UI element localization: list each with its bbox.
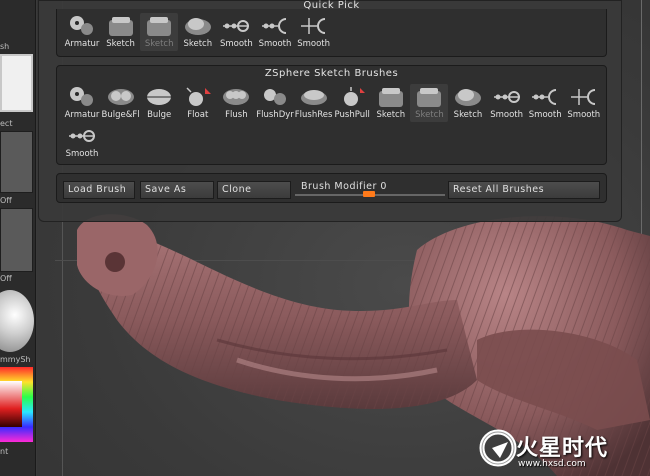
zsphere-smooth-button[interactable]: Smooth xyxy=(488,84,526,122)
save-as-button[interactable]: Save As xyxy=(140,181,214,199)
watermark-logo-icon xyxy=(479,429,517,467)
quick-pick-sketch-button[interactable]: Sketch xyxy=(140,13,179,51)
shelf-label: mmySh xyxy=(0,355,31,364)
quick-pick-smooth-button[interactable]: Smooth xyxy=(295,13,333,51)
quick-pick-title: Quick Pick xyxy=(303,0,360,11)
shelf-label: sh xyxy=(0,42,10,51)
tool-label: Smooth xyxy=(567,110,601,120)
quick-pick-armatur-button[interactable]: Armatur xyxy=(63,13,101,51)
watermark-text: 火星时代 xyxy=(516,436,609,461)
float-icon xyxy=(183,85,213,109)
sketch-block-icon xyxy=(106,14,136,38)
material-sphere-icon[interactable] xyxy=(0,290,34,352)
alpha-thumbnail[interactable] xyxy=(0,208,33,272)
tool-label: Smooth xyxy=(297,39,330,49)
tool-label: Smooth xyxy=(65,149,99,159)
zsphere-smooth-button[interactable]: Smooth xyxy=(63,123,101,161)
material-thumbnail[interactable] xyxy=(0,54,33,112)
quick-pick-smooth-button[interactable]: Smooth xyxy=(256,13,294,51)
brush-modifier-value: 0 xyxy=(380,181,387,192)
zsphere-flush-button[interactable]: Flush xyxy=(217,84,255,122)
brush-modifier-slider[interactable]: Brush Modifier 0 xyxy=(295,179,451,199)
load-brush-button[interactable]: Load Brush xyxy=(63,181,135,199)
reset-all-brushes-button[interactable]: Reset All Brushes xyxy=(448,181,600,199)
quick-pick-sketch-button[interactable]: Sketch xyxy=(102,13,140,51)
left-shelf: sh ect Off Off mmySh nt xyxy=(0,0,36,476)
sketch-block-icon xyxy=(144,14,174,38)
smooth-chain-icon xyxy=(67,124,97,148)
sketch-block-icon xyxy=(414,85,444,109)
zsphere-bulge-button[interactable]: Bulge xyxy=(140,84,178,122)
sketch-block-icon xyxy=(376,85,406,109)
bulge-icon xyxy=(144,85,174,109)
bulge-fill-icon xyxy=(106,85,136,109)
smooth-arc-icon xyxy=(530,85,560,109)
quick-pick-smooth-button[interactable]: Smooth xyxy=(217,13,255,51)
quick-pick-section: Quick Pick Armatur Sketch Sketch Sketch Smoo… xyxy=(56,0,607,57)
zsphere-smooth-button[interactable]: Smooth xyxy=(565,84,603,122)
color-picker[interactable] xyxy=(0,367,33,442)
sketch-blob-icon xyxy=(453,85,483,109)
armature-icon xyxy=(67,85,97,109)
zsphere-sketch-brushes-title: ZSphere Sketch Brushes xyxy=(264,68,399,79)
brush-palette: Quick Pick Armatur Sketch Sketch Sketch Smoo… xyxy=(38,0,622,222)
zsphere-flushres-button[interactable]: FlushRes xyxy=(295,84,333,122)
smooth-arrow-icon xyxy=(569,85,599,109)
stroke-thumbnail[interactable] xyxy=(0,131,33,193)
zsphere-armatur-button[interactable]: Armatur xyxy=(63,84,101,122)
zsphere-sketch-button[interactable]: Sketch xyxy=(410,84,449,122)
push-pull-icon xyxy=(337,85,367,109)
watermark-url: www.hxsd.com xyxy=(518,459,586,469)
clone-button[interactable]: Clone xyxy=(217,181,291,199)
flush-dynamic-icon xyxy=(260,85,290,109)
shelf-label: Off xyxy=(0,196,12,205)
quick-pick-sketch-button[interactable]: Sketch xyxy=(179,13,217,51)
zsphere-sketch-brushes-section: ZSphere Sketch Brushes Armatur Bulge&Fl Bu… xyxy=(56,65,607,165)
zsphere-bulge-fl-button[interactable]: Bulge&Fl xyxy=(102,84,140,122)
smooth-arc-icon xyxy=(260,14,290,38)
watermark: 火星时代 www.hxsd.com xyxy=(478,424,648,474)
shelf-label: Off xyxy=(0,274,12,283)
sketch-blob-icon xyxy=(183,14,213,38)
smooth-chain-icon xyxy=(221,14,251,38)
armature-icon xyxy=(67,14,97,38)
shelf-label: nt xyxy=(0,447,9,456)
slider-thumb[interactable] xyxy=(363,191,375,197)
flush-res-icon xyxy=(299,85,329,109)
smooth-chain-icon xyxy=(492,85,522,109)
zsphere-float-button[interactable]: Float xyxy=(179,84,217,122)
zsphere-pushpull-button[interactable]: PushPull xyxy=(333,84,371,122)
zsphere-flushdyr-button[interactable]: FlushDyr xyxy=(256,84,294,122)
zsphere-smooth-button[interactable]: Smooth xyxy=(526,84,564,122)
shelf-label: ect xyxy=(0,119,13,128)
zsphere-sketch-button[interactable]: Sketch xyxy=(372,84,410,122)
zsphere-sketch-button[interactable]: Sketch xyxy=(449,84,487,122)
flush-icon xyxy=(221,85,251,109)
smooth-arrow-icon xyxy=(299,14,329,38)
